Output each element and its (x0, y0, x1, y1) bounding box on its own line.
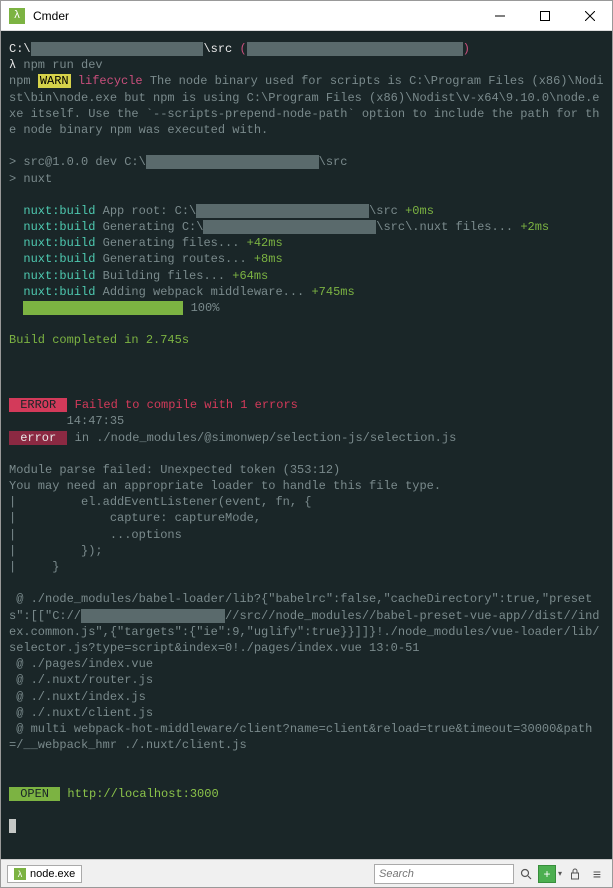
tab-label: node.exe (30, 868, 75, 880)
error-source: in ./node_modules/@simonwep/selection-js… (67, 431, 456, 445)
open-badge: OPEN (9, 787, 60, 801)
search-input[interactable] (374, 864, 514, 884)
window-title: Cmder (33, 9, 477, 23)
window-controls (477, 1, 612, 31)
cursor (9, 819, 16, 833)
dropdown-icon[interactable]: ▾ (558, 869, 562, 878)
build-log: nuxt:build App root: C:\xxxxxxxxxxxxxxxx… (9, 203, 604, 300)
lambda-icon: λ (14, 868, 26, 880)
minimize-button[interactable] (477, 1, 522, 31)
script-cmd: > nuxt (9, 172, 52, 186)
progress-bar (23, 301, 183, 315)
error-body: Module parse failed: Unexpected token (3… (9, 463, 441, 574)
prompt-branch: (xxxxxxxxxxxxxxxxxxxxxxxxxxxxxx) (239, 42, 469, 56)
prompt-path: C:\xxxxxxxxxxxxxxxxxxxxxxxx\src (9, 42, 232, 56)
warn-badge: WARN (38, 74, 71, 88)
lock-button[interactable] (566, 865, 584, 883)
error-sub-badge: error (9, 431, 67, 445)
command-input: npm run dev (23, 58, 102, 72)
prompt-lambda: λ (9, 58, 23, 72)
close-button[interactable] (567, 1, 612, 31)
maximize-button[interactable] (522, 1, 567, 31)
app-icon: λ (9, 8, 25, 24)
script-header: > src@1.0.0 dev C:\xxxxxxxxxxxxxxxxxxxxx… (9, 155, 347, 169)
error-badge: ERROR (9, 398, 67, 412)
search-icon[interactable] (518, 866, 534, 882)
new-console-button[interactable]: + (538, 865, 556, 883)
statusbar: λ node.exe + ▾ ≡ (1, 859, 612, 887)
terminal-output[interactable]: C:\xxxxxxxxxxxxxxxxxxxxxxxx\src (xxxxxxx… (1, 31, 612, 859)
error-time: 14:47:35 (67, 414, 125, 428)
titlebar: λ Cmder (1, 1, 612, 31)
stack-lines: @ ./pages/index.vue @ ./.nuxt/router.js … (9, 656, 604, 753)
error-heading: Failed to compile with 1 errors (67, 398, 297, 412)
console-tab[interactable]: λ node.exe (7, 865, 82, 883)
progress-percent: 100% (183, 301, 219, 315)
open-url: http://localhost:3000 (67, 787, 218, 801)
stack-trace: @ ./node_modules/babel-loader/lib?{"babe… (9, 592, 600, 655)
build-complete: Build completed in 2.745s (9, 333, 189, 347)
menu-button[interactable]: ≡ (588, 865, 606, 883)
